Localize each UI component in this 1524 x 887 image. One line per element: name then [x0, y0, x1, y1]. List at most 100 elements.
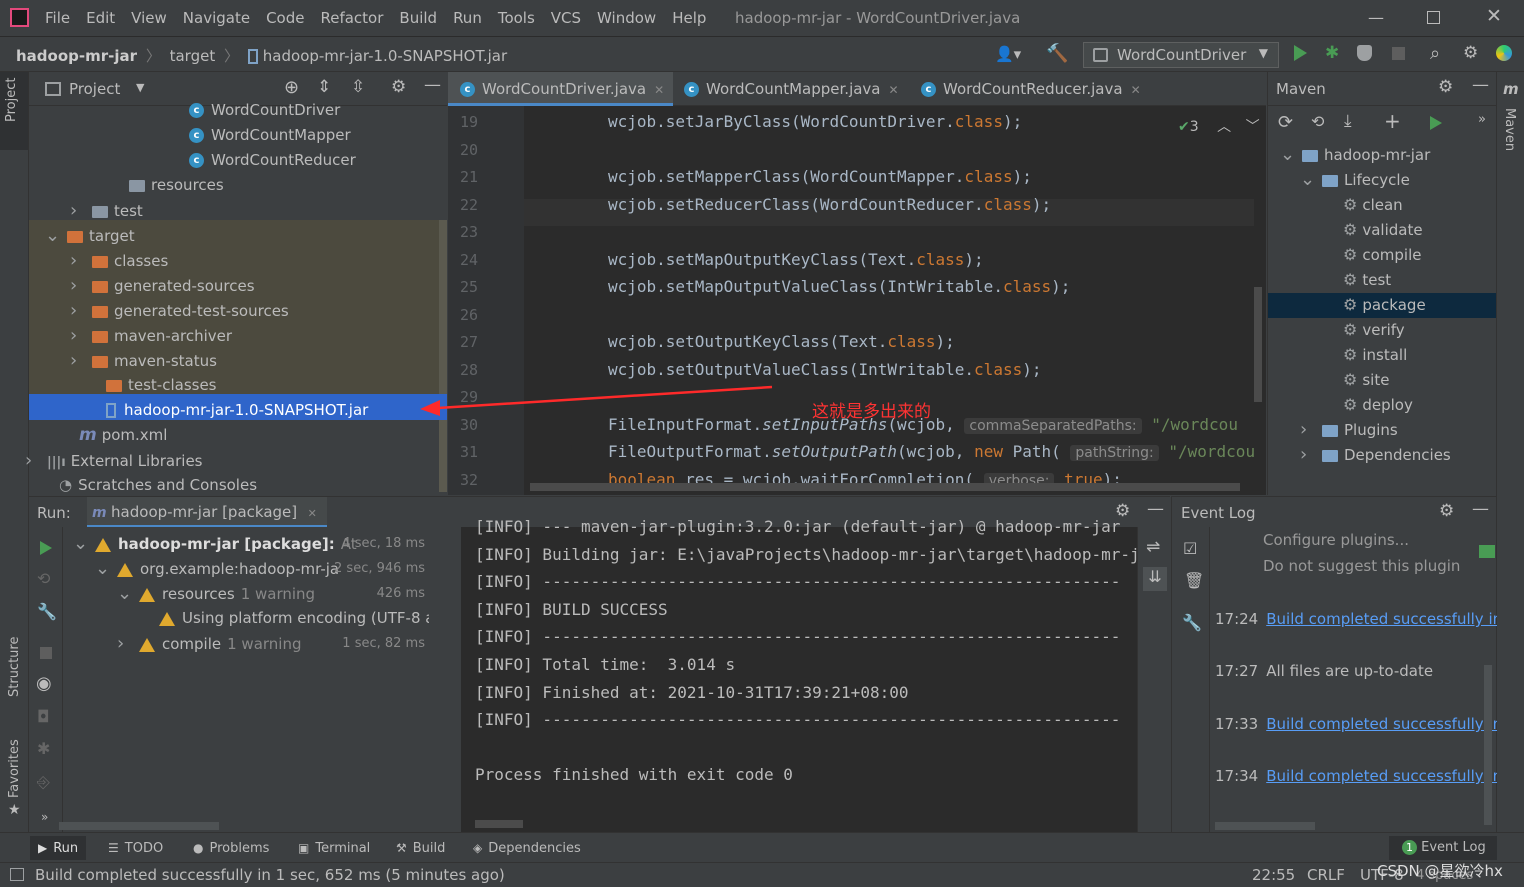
chevron-right-icon[interactable]: ›	[1300, 417, 1322, 442]
horizontal-scrollbar[interactable]	[530, 483, 1240, 491]
maven-tree-item[interactable]: ⌄ Lifecycle	[1300, 167, 1410, 192]
project-tree-item[interactable]: › maven-archiver	[70, 323, 232, 348]
menu-edit[interactable]: Edit	[86, 9, 115, 27]
breadcrumb-target[interactable]: target	[170, 47, 216, 65]
chevron-down-icon[interactable]: ⌄	[95, 556, 117, 581]
chevron-right-icon[interactable]: ›	[70, 323, 92, 348]
event-link[interactable]: Build completed successfully in 1	[1266, 767, 1497, 785]
add-icon[interactable]: +	[1384, 109, 1401, 133]
project-tree-item[interactable]: › |||ı External Libraries	[25, 448, 203, 473]
project-tree-item[interactable]: › generated-sources	[70, 273, 255, 298]
stop-icon[interactable]	[1392, 47, 1405, 60]
maven-goal[interactable]: ⚙ site	[1343, 367, 1389, 392]
tool-tab-dependencies[interactable]: ◈ Dependencies	[465, 836, 589, 860]
do-not-suggest-link[interactable]: Do not suggest this plugin	[1263, 557, 1460, 575]
structure-tool-label[interactable]: Structure	[7, 637, 22, 697]
inspection-widget[interactable]: ✔3 ︿ ﹀	[1178, 116, 1260, 136]
menu-vcs[interactable]: VCS	[551, 9, 581, 27]
settings-gear-icon[interactable]: ⚙	[391, 77, 406, 97]
project-tree-item[interactable]: › classes	[70, 248, 168, 273]
maven-goal[interactable]: ⚙ compile	[1343, 242, 1421, 267]
tab-wordcountmapper[interactable]: c WordCountMapper.java ✕	[684, 72, 909, 106]
event-log-button[interactable]: 1 Event Log	[1389, 836, 1497, 860]
close-icon[interactable]: ✕	[308, 507, 317, 520]
run-tab[interactable]: m hadoop-mr-jar [package] ✕	[87, 497, 327, 527]
maven-goal[interactable]: ⚙ deploy	[1343, 392, 1413, 417]
run-tree-item[interactable]: ⌄ resources 1 warning 426 ms	[117, 581, 429, 606]
download-icon[interactable]: ⤓	[1344, 111, 1352, 131]
project-tree-item[interactable]: › generated-test-sources	[70, 298, 289, 323]
hide-icon[interactable]: —	[1147, 499, 1164, 519]
status-toggle-icon[interactable]	[10, 868, 24, 881]
settings-gear-icon[interactable]: ⚙	[1439, 501, 1454, 521]
run-config-select[interactable]: WordCountDriver ▼	[1083, 42, 1279, 68]
chevron-down-icon[interactable]: ﹀	[1246, 119, 1260, 135]
user-icon[interactable]: 👤▾	[995, 45, 1021, 63]
project-tree-item[interactable]: c WordCountReducer	[189, 148, 356, 173]
project-tree-item[interactable]: test-classes	[106, 373, 217, 398]
code-line[interactable]: wcjob.setOutputValueClass(IntWritable.cl…	[608, 360, 1041, 379]
wrench-icon[interactable]: 🔧	[1182, 613, 1202, 632]
maven-goal[interactable]: ⚙ install	[1343, 342, 1407, 367]
maven-goal[interactable]: ⚙ test	[1343, 267, 1391, 292]
code-line[interactable]: FileOutputFormat.setOutputPath(wcjob, ne…	[608, 442, 1255, 461]
project-title[interactable]: Project	[69, 80, 120, 98]
soft-wrap-icon[interactable]: ⇌	[1146, 537, 1160, 557]
console-hscroll[interactable]	[475, 820, 523, 828]
favorites-tool-label[interactable]: Favorites	[7, 739, 22, 798]
tool-tab-run[interactable]: ▶ Run	[30, 836, 87, 860]
build-hammer-icon[interactable]: 🔨	[1046, 43, 1068, 64]
chevron-right-icon[interactable]: ›	[70, 348, 92, 373]
tool-tab-todo[interactable]: ☰ TODO	[100, 836, 171, 860]
chevron-right-icon[interactable]: ›	[117, 631, 139, 656]
breadcrumb-project[interactable]: hadoop-mr-jar	[16, 47, 137, 65]
project-scrollbar[interactable]	[439, 220, 447, 492]
chevron-down-icon[interactable]: ⌄	[1280, 142, 1302, 167]
chevron-down-icon[interactable]: ⌄	[73, 531, 95, 556]
eye-icon[interactable]: ◉	[36, 673, 52, 694]
mark-read-icon[interactable]: ☑	[1183, 539, 1197, 558]
pin-icon[interactable]: ✱	[37, 739, 50, 758]
project-tree-item[interactable]: c WordCountDriver	[189, 98, 340, 123]
chevron-right-icon[interactable]: ›	[1300, 442, 1322, 467]
menu-help[interactable]: Help	[672, 9, 706, 27]
close-icon[interactable]: ✕	[654, 83, 664, 97]
close-icon[interactable]: ✕	[1131, 83, 1141, 97]
settings-gear-icon[interactable]: ⚙	[1438, 77, 1453, 97]
chevron-down-icon[interactable]: ⌄	[117, 581, 139, 606]
menu-code[interactable]: Code	[266, 9, 304, 27]
event-link[interactable]: Build completed successfully in 6	[1266, 610, 1497, 628]
event-log-scrollbar[interactable]	[1484, 665, 1492, 825]
project-tree-item[interactable]: c WordCountMapper	[189, 123, 351, 148]
debug-icon[interactable]: ⟲	[37, 569, 50, 588]
close-icon[interactable]: ✕	[889, 83, 899, 97]
chevron-right-icon[interactable]: ›	[70, 273, 92, 298]
caret-position[interactable]: 22:55	[1252, 866, 1295, 884]
run-tree-scrollbar[interactable]	[59, 822, 219, 830]
run-icon[interactable]	[1430, 116, 1442, 130]
maven-tool-label[interactable]: Maven	[1502, 108, 1517, 151]
menu-run[interactable]: Run	[453, 9, 482, 27]
event-log-hscroll[interactable]	[1215, 822, 1315, 830]
event-link[interactable]: Build completed successfully in 1	[1266, 715, 1497, 733]
editor-scrollbar[interactable]	[1254, 287, 1262, 402]
breadcrumb-jar[interactable]: hadoop-mr-jar-1.0-SNAPSHOT.jar	[263, 47, 507, 65]
code-line[interactable]: wcjob.setReducerClass(WordCountReducer.c…	[608, 195, 1051, 214]
project-tree-item[interactable]: › maven-status	[70, 348, 217, 373]
camera-icon[interactable]: ◘	[37, 707, 50, 726]
debug-icon[interactable]: ✱	[1325, 43, 1339, 63]
project-tool-tab[interactable]: Project	[0, 72, 28, 150]
code-line[interactable]: wcjob.setOutputKeyClass(Text.class);	[608, 332, 955, 351]
menu-navigate[interactable]: Navigate	[183, 9, 250, 27]
project-tree-item[interactable]: › test	[70, 198, 143, 223]
hide-icon[interactable]: —	[1472, 75, 1489, 95]
project-tree-item[interactable]: ⌄ target	[45, 223, 135, 248]
rerun-icon[interactable]	[40, 541, 52, 555]
collapse-all-icon[interactable]: ⇳	[351, 77, 365, 97]
run-icon[interactable]	[1294, 45, 1307, 61]
line-separator[interactable]: CRLF	[1307, 866, 1345, 884]
chevron-down-icon[interactable]: ⌄	[1300, 167, 1322, 192]
add-sources-icon[interactable]: ⟲	[1311, 112, 1324, 131]
console-output[interactable]: [INFO] --- maven-jar-plugin:3.2.0:jar (d…	[461, 517, 1167, 833]
maven-tree-item[interactable]: › Dependencies	[1300, 442, 1451, 467]
